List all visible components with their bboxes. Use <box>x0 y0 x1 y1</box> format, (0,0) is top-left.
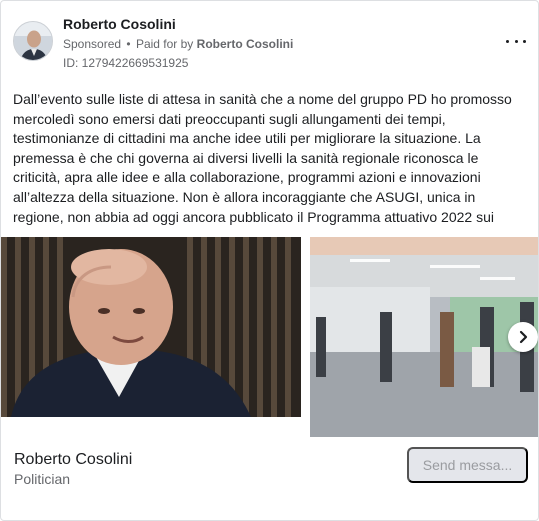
more-options-button[interactable] <box>506 33 526 49</box>
waiting-room-image <box>310 237 538 437</box>
ad-id: ID: 1279422669531925 <box>63 56 189 70</box>
image-carousel <box>1 237 538 437</box>
more-horizontal-icon-dot <box>514 39 518 43</box>
avatar-image <box>14 22 52 60</box>
ad-meta: Roberto Cosolini Sponsored • Paid for by… <box>63 15 293 71</box>
send-message-button[interactable]: Send messa... <box>407 447 528 483</box>
separator: • <box>126 37 131 51</box>
paid-for-prefix: Paid for by <box>135 37 194 51</box>
paid-for-name: Roberto Cosolini <box>196 37 294 51</box>
chevron-right-icon <box>519 330 528 344</box>
portrait-image <box>1 237 301 417</box>
more-horizontal-icon-dot <box>523 39 526 43</box>
carousel-slide-waiting-room[interactable] <box>310 237 538 437</box>
sponsored-label: Sponsored <box>63 37 122 51</box>
footer-page-category: Politician <box>14 471 71 487</box>
page-name[interactable]: Roberto Cosolini <box>63 15 293 33</box>
ad-card: Roberto Cosolini Sponsored • Paid for by… <box>0 0 539 521</box>
ad-footer: Roberto Cosolini Politician Send messa..… <box>1 437 538 520</box>
ad-header: Roberto Cosolini Sponsored • Paid for by… <box>13 13 526 73</box>
avatar[interactable] <box>13 21 53 61</box>
sponsor-line: Sponsored • Paid for by Roberto Cosolini <box>63 35 293 53</box>
carousel-next-button[interactable] <box>508 322 538 352</box>
more-horizontal-icon <box>506 39 509 43</box>
carousel-slide-portrait[interactable] <box>1 237 301 417</box>
footer-page-name[interactable]: Roberto Cosolini <box>14 450 132 470</box>
post-text: Dall’evento sulle liste di attesa in san… <box>13 91 512 225</box>
